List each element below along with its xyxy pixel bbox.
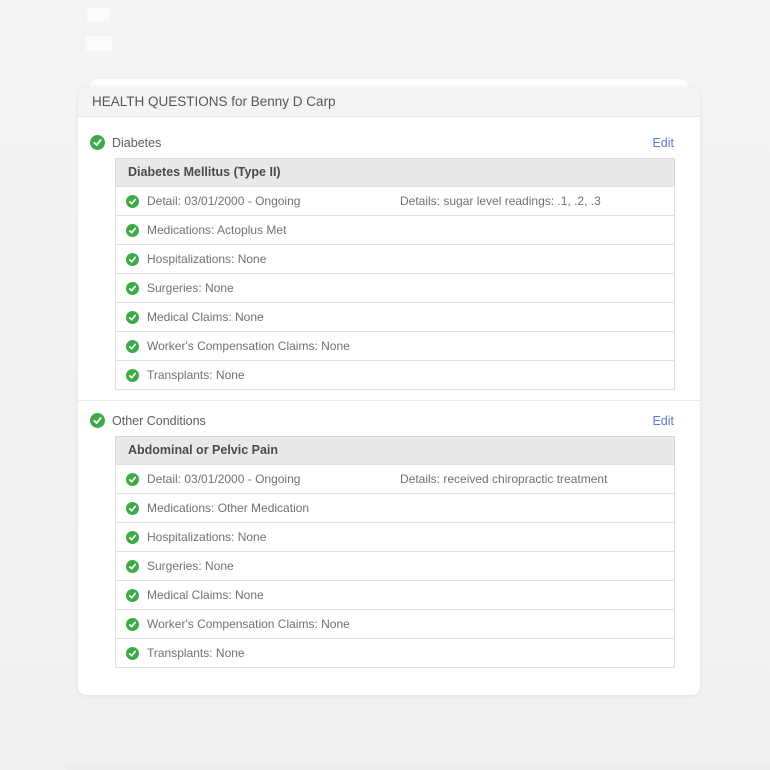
row-detail-cell: Details: sugar level readings: .1, .2, .… — [400, 194, 674, 208]
card-header: HEALTH QUESTIONS for Benny D Carp — [78, 87, 700, 117]
page-title: HEALTH QUESTIONS for Benny D Carp — [92, 94, 336, 109]
table-row: Worker's Compensation Claims: None — [115, 609, 675, 639]
condition-name-header: Diabetes Mellitus (Type II) — [115, 158, 675, 187]
check-circle-icon — [126, 368, 139, 382]
check-circle-icon — [126, 223, 139, 237]
row-label: Surgeries: None — [147, 281, 234, 295]
section-header: Diabetes Edit — [78, 117, 700, 158]
table-row: Hospitalizations: None — [115, 522, 675, 552]
check-circle-icon — [126, 310, 139, 324]
table-row: Surgeries: None — [115, 551, 675, 581]
row-label: Hospitalizations: None — [147, 252, 267, 266]
row-detail: Details: received chiropractic treatment — [400, 472, 608, 486]
table-row: Hospitalizations: None — [115, 244, 675, 274]
health-section: Diabetes Edit Diabetes Mellitus (Type II… — [78, 117, 700, 390]
condition-table: Diabetes Mellitus (Type II) Detail: 03/0… — [115, 158, 675, 390]
row-label-cell: Worker's Compensation Claims: None — [126, 339, 400, 353]
check-circle-icon — [126, 530, 139, 544]
check-circle-icon — [126, 588, 139, 602]
table-row: Surgeries: None — [115, 273, 675, 303]
row-label-cell: Medical Claims: None — [126, 310, 400, 324]
check-circle-icon — [126, 501, 139, 515]
check-circle-icon — [126, 559, 139, 573]
decorative-paper-chip — [86, 36, 112, 51]
check-circle-icon — [90, 135, 105, 150]
condition-rows: Detail: 03/01/2000 - Ongoing Details: re… — [115, 464, 675, 668]
card-body: Diabetes Edit Diabetes Mellitus (Type II… — [78, 117, 700, 668]
bottom-edge-strip — [65, 764, 770, 770]
edit-link[interactable]: Edit — [652, 136, 674, 150]
check-circle-icon — [126, 472, 139, 486]
condition-name-header: Abdominal or Pelvic Pain — [115, 436, 675, 465]
section-label: Other Conditions — [112, 413, 206, 428]
section-header: Other Conditions Edit — [78, 401, 700, 436]
row-label-cell: Detail: 03/01/2000 - Ongoing — [126, 472, 400, 486]
row-label-cell: Worker's Compensation Claims: None — [126, 617, 400, 631]
table-row: Medical Claims: None — [115, 302, 675, 332]
row-label-cell: Medications: Other Medication — [126, 501, 400, 515]
decorative-paper-chip — [87, 8, 110, 21]
row-detail: Details: sugar level readings: .1, .2, .… — [400, 194, 601, 208]
row-label: Medical Claims: None — [147, 588, 264, 602]
row-label: Hospitalizations: None — [147, 530, 267, 544]
check-circle-icon — [126, 617, 139, 631]
row-label-cell: Hospitalizations: None — [126, 530, 400, 544]
table-row: Detail: 03/01/2000 - Ongoing Details: su… — [115, 186, 675, 216]
row-label-cell: Transplants: None — [126, 368, 400, 382]
check-circle-icon — [126, 252, 139, 266]
health-section: Other Conditions Edit Abdominal or Pelvi… — [78, 400, 700, 668]
row-label: Medications: Actoplus Met — [147, 223, 287, 237]
check-circle-icon — [126, 281, 139, 295]
row-label: Worker's Compensation Claims: None — [147, 339, 350, 353]
condition-table: Abdominal or Pelvic Pain Detail: 03/01/2… — [115, 436, 675, 668]
row-label-cell: Medical Claims: None — [126, 588, 400, 602]
check-circle-icon — [126, 339, 139, 353]
table-row: Medical Claims: None — [115, 580, 675, 610]
row-label-cell: Surgeries: None — [126, 281, 400, 295]
check-circle-icon — [126, 194, 139, 208]
table-row: Medications: Actoplus Met — [115, 215, 675, 245]
table-row: Medications: Other Medication — [115, 493, 675, 523]
row-label: Transplants: None — [147, 646, 245, 660]
edit-link[interactable]: Edit — [652, 414, 674, 428]
section-label: Diabetes — [112, 135, 162, 150]
table-row: Transplants: None — [115, 638, 675, 668]
row-label: Detail: 03/01/2000 - Ongoing — [147, 472, 301, 486]
row-label: Medications: Other Medication — [147, 501, 310, 515]
row-label-cell: Detail: 03/01/2000 - Ongoing — [126, 194, 400, 208]
row-label: Medical Claims: None — [147, 310, 264, 324]
health-questions-card: HEALTH QUESTIONS for Benny D Carp Diabet… — [78, 87, 700, 695]
row-label-cell: Medications: Actoplus Met — [126, 223, 400, 237]
row-label: Worker's Compensation Claims: None — [147, 617, 350, 631]
condition-rows: Detail: 03/01/2000 - Ongoing Details: su… — [115, 186, 675, 390]
row-detail-cell: Details: received chiropractic treatment — [400, 472, 674, 486]
check-circle-icon — [126, 646, 139, 660]
table-row: Detail: 03/01/2000 - Ongoing Details: re… — [115, 464, 675, 494]
check-circle-icon — [90, 413, 105, 428]
row-label: Surgeries: None — [147, 559, 234, 573]
table-row: Transplants: None — [115, 360, 675, 390]
row-label: Transplants: None — [147, 368, 245, 382]
row-label-cell: Transplants: None — [126, 646, 400, 660]
table-row: Worker's Compensation Claims: None — [115, 331, 675, 361]
row-label-cell: Hospitalizations: None — [126, 252, 400, 266]
row-label: Detail: 03/01/2000 - Ongoing — [147, 194, 301, 208]
row-label-cell: Surgeries: None — [126, 559, 400, 573]
